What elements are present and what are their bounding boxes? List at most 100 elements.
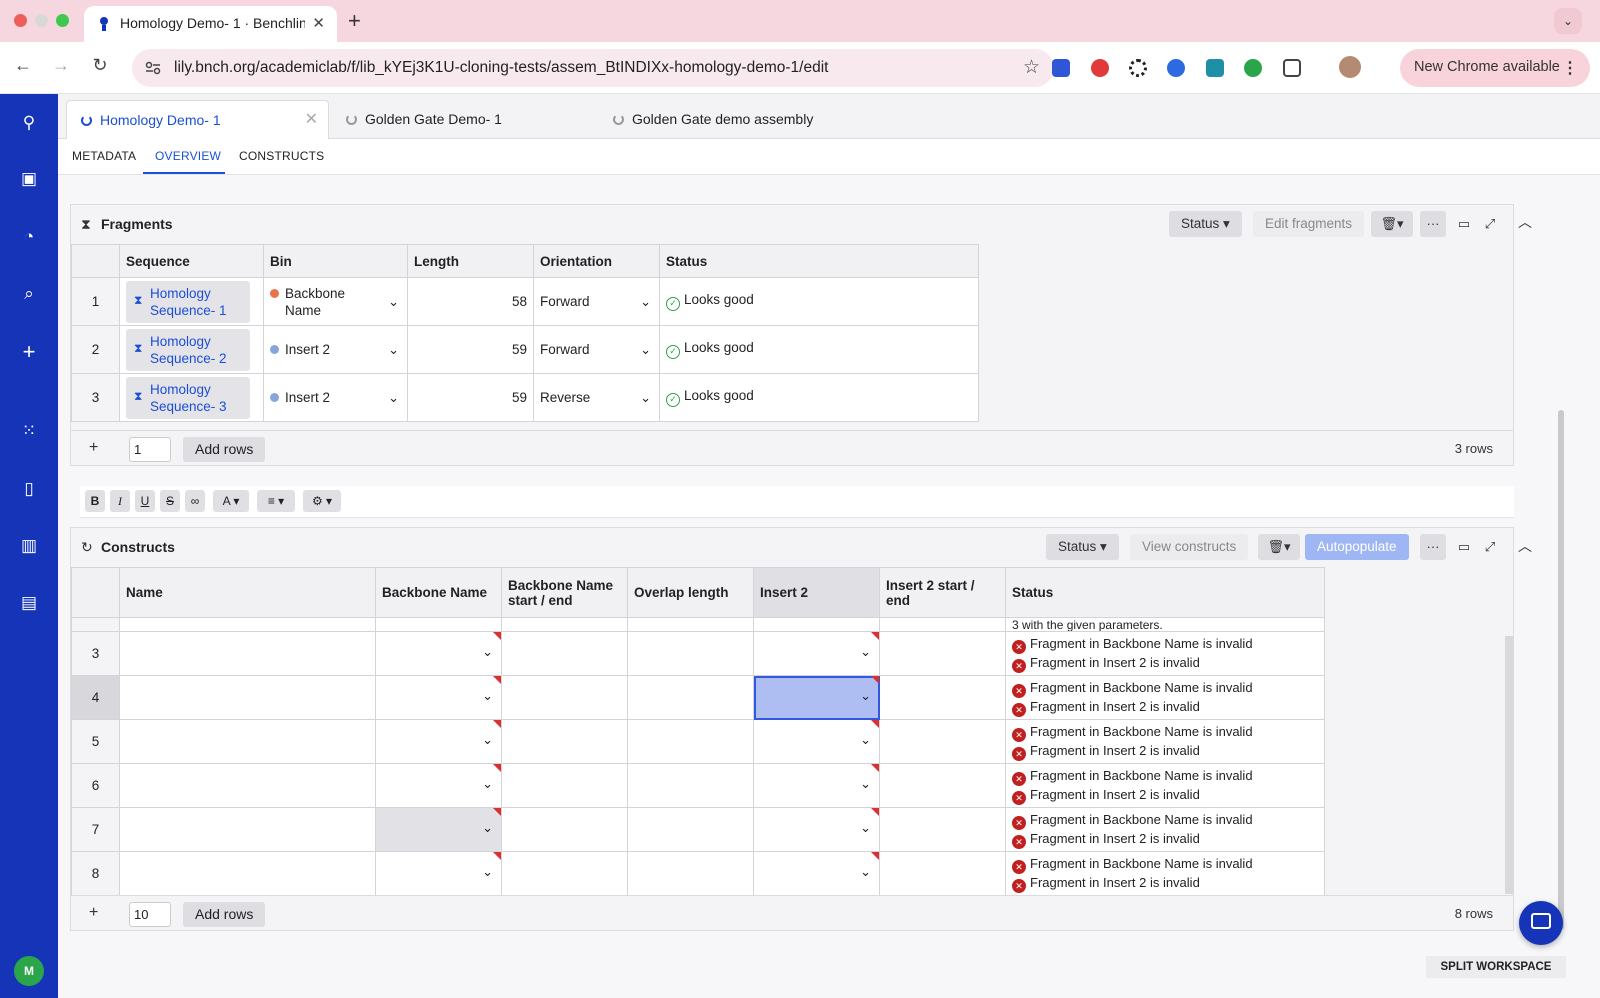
insert-start-end-cell[interactable] (879, 763, 1006, 808)
table-row[interactable]: 5 ⌄ ⌄ ✕ Fragment in Backbone Name is inva… (71, 719, 1325, 764)
sequence-link[interactable]: ⧗ Homology Sequence- 3 (126, 376, 250, 419)
chevron-down-icon[interactable]: ⌄ (482, 644, 493, 660)
sequence-link[interactable]: ⧗ Homology Sequence- 1 (126, 280, 250, 323)
chevron-down-icon[interactable]: ⌄ (860, 820, 871, 836)
backbone-cell-hover[interactable]: ⌄ (375, 807, 502, 852)
backbone-start-end-cell[interactable] (501, 631, 628, 676)
status-dropdown-button[interactable]: Status ▾ (1169, 211, 1242, 237)
insert-cell[interactable]: ⌄ (753, 763, 880, 808)
extension-icon[interactable] (1052, 59, 1070, 77)
chevron-down-icon[interactable]: ⌄ (860, 864, 871, 880)
tab-metadata[interactable]: METADATA (72, 149, 136, 163)
overlap-length-cell[interactable] (627, 631, 754, 676)
column-header[interactable]: Overlap length (627, 567, 754, 618)
table-row[interactable]: 8 ⌄ ⌄ ✕ Fragment in Backbone Name is inva… (71, 851, 1325, 896)
delete-dropdown-icon[interactable]: 🗑▾ (1371, 211, 1413, 237)
extension-icon[interactable] (1206, 59, 1224, 77)
sequence-cell[interactable]: ⧗ Homology Sequence- 2 (119, 325, 264, 374)
registry-icon[interactable]: ▯ (18, 478, 40, 500)
overlap-length-cell[interactable] (627, 807, 754, 852)
length-cell[interactable]: 59 (407, 325, 534, 374)
bin-cell[interactable]: Insert 2 ⌄ (263, 373, 408, 422)
name-cell[interactable] (119, 631, 376, 676)
chevron-down-icon[interactable]: ⌄ (388, 294, 399, 310)
user-avatar[interactable]: M (14, 956, 44, 986)
backbone-start-end-cell[interactable] (501, 675, 628, 720)
status-dropdown-button[interactable]: Status ▾ (1046, 534, 1119, 560)
chevron-down-icon[interactable]: ⌄ (860, 688, 871, 704)
backbone-cell[interactable]: ⌄ (375, 719, 502, 764)
projects-briefcase-icon[interactable]: ▣ (18, 168, 40, 190)
tab-golden-gate-demo-assembly[interactable]: Golden Gate demo assembly (613, 100, 873, 139)
column-header[interactable]: Bin (263, 244, 408, 278)
overlap-length-cell[interactable] (627, 719, 754, 764)
column-header[interactable]: Sequence (119, 244, 264, 278)
backbone-start-end-cell[interactable] (501, 807, 628, 852)
insert-start-end-cell[interactable] (879, 851, 1006, 896)
address-bar[interactable]: lily.bnch.org/academiclab/f/lib_kYEj3K1U… (132, 49, 1054, 87)
column-header[interactable]: Status (659, 244, 979, 278)
column-header[interactable]: Name (119, 567, 376, 618)
text-color-dropdown-icon[interactable]: A ▾ (213, 490, 249, 512)
backbone-start-end-cell[interactable] (501, 719, 628, 764)
sequence-link[interactable]: ⧗ Homology Sequence- 2 (126, 328, 250, 371)
chevron-down-icon[interactable]: ⌄ (640, 342, 651, 358)
autopopulate-button[interactable]: Autopopulate (1305, 534, 1409, 560)
sequence-cell[interactable]: ⧗ Homology Sequence- 3 (119, 373, 264, 422)
table-scrollbar[interactable] (1505, 636, 1513, 894)
new-tab-button[interactable]: + (348, 8, 361, 34)
tab-homology-demo[interactable]: Homology Demo- 1 ✕ (66, 100, 329, 139)
align-dropdown-icon[interactable]: ≡ ▾ (257, 490, 295, 512)
site-settings-icon[interactable] (144, 59, 162, 77)
chevron-down-icon[interactable]: ⌄ (860, 776, 871, 792)
extension-icon[interactable] (1091, 59, 1109, 77)
expand-icon[interactable]: ⤢ (1477, 211, 1503, 237)
chevron-down-icon[interactable]: ⌄ (388, 342, 399, 358)
orientation-cell[interactable]: Forward ⌄ (533, 277, 660, 326)
bold-icon[interactable]: B (85, 490, 105, 512)
chevron-down-icon[interactable]: ⌄ (482, 864, 493, 880)
overlap-length-cell[interactable] (627, 763, 754, 808)
insert-cell[interactable]: ⌄ (753, 807, 880, 852)
orientation-cell[interactable]: Forward ⌄ (533, 325, 660, 374)
split-workspace-button[interactable]: SPLIT WORKSPACE (1426, 956, 1566, 978)
tab-search-button[interactable]: ⌄ (1554, 8, 1582, 34)
insights-icon[interactable]: ◔ (18, 226, 40, 248)
insert-cell[interactable]: ⌄ (753, 851, 880, 896)
table-row[interactable]: 6 ⌄ ⌄ ✕ Fragment in Backbone Name is inva… (71, 763, 1325, 808)
maximize-window-button[interactable] (56, 14, 69, 27)
scrollbar-thumb[interactable] (1558, 410, 1564, 930)
chevron-down-icon[interactable]: ⌄ (860, 644, 871, 660)
add-row-plus-icon[interactable]: + (89, 439, 98, 457)
overlap-length-cell[interactable] (627, 851, 754, 896)
table-row[interactable]: 3 ⌄ ⌄ ✕ Fragment in Backbone Name is inva… (71, 631, 1325, 676)
add-row-plus-icon[interactable]: + (89, 904, 98, 922)
insert-start-end-cell[interactable] (879, 807, 1006, 852)
inventory-icon[interactable]: ▤ (18, 592, 40, 614)
chevron-down-icon[interactable]: ⌄ (860, 732, 871, 748)
table-row[interactable]: 3 ⧗ Homology Sequence- 3 Insert 2 ⌄ 59 Reve… (71, 373, 979, 422)
rows-count-input[interactable]: 10 (129, 902, 171, 927)
italic-icon[interactable]: I (110, 490, 130, 512)
rows-count-input[interactable]: 1 (129, 437, 171, 462)
tab-constructs[interactable]: CONSTRUCTS (239, 149, 324, 163)
table-row[interactable]: 7 ⌄ ⌄ ✕ Fragment in Backbone Name is inva… (71, 807, 1325, 852)
apps-grid-icon[interactable]: ⁙ (18, 420, 40, 442)
back-button[interactable]: ← (10, 55, 36, 76)
search-icon[interactable]: ⌕ (18, 283, 40, 305)
close-tab-icon[interactable]: ✕ (312, 14, 325, 32)
more-options-icon[interactable]: ··· (1420, 534, 1446, 560)
insert-cell[interactable]: ⌄ (753, 631, 880, 676)
name-cell[interactable] (119, 763, 376, 808)
profile-avatar-icon[interactable] (1339, 56, 1361, 78)
zoom-extension-icon[interactable] (1167, 59, 1185, 77)
dock-panel-icon[interactable]: ▭ (1451, 534, 1477, 560)
tab-golden-gate-demo[interactable]: Golden Gate Demo- 1 (346, 100, 586, 139)
column-header[interactable]: Length (407, 244, 534, 278)
reload-button[interactable]: ↻ (87, 55, 113, 76)
create-plus-icon[interactable]: + (18, 341, 40, 363)
column-header[interactable]: Insert 2 (753, 567, 880, 618)
chevron-down-icon[interactable]: ⌄ (640, 294, 651, 310)
bin-cell[interactable]: Insert 2 ⌄ (263, 325, 408, 374)
collapse-fragments-icon[interactable]: ︿ (1518, 212, 1532, 232)
